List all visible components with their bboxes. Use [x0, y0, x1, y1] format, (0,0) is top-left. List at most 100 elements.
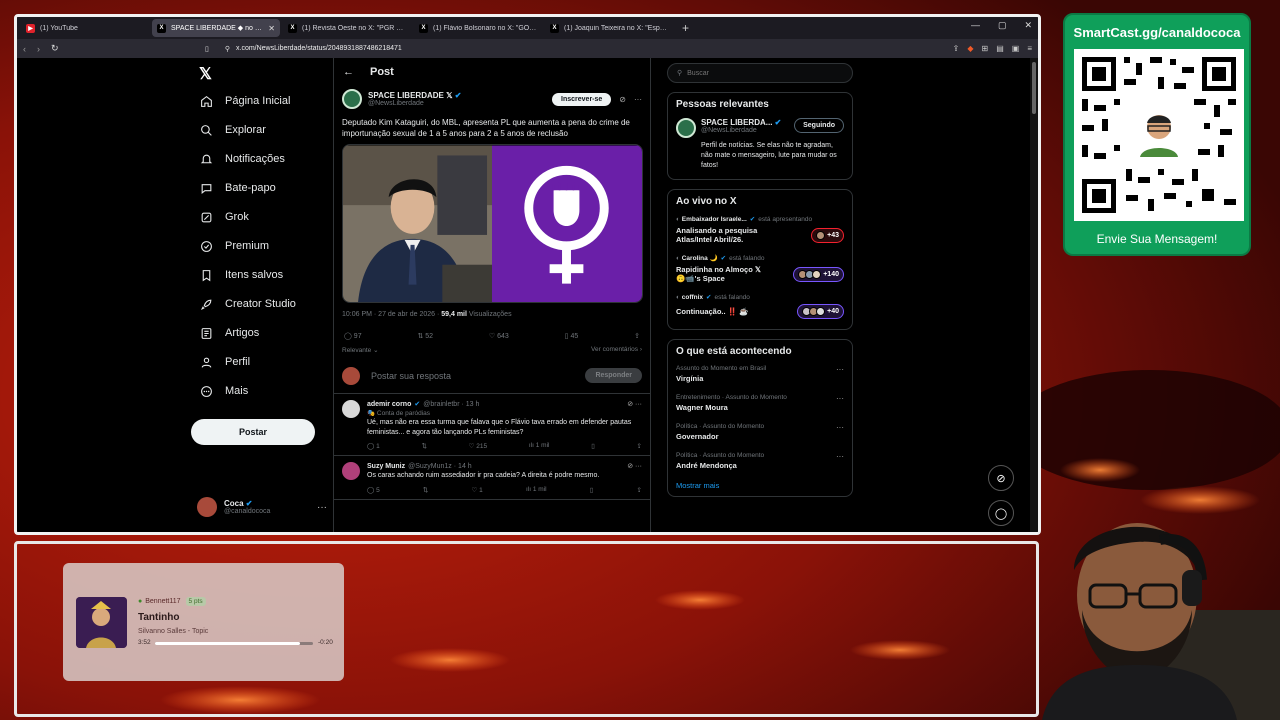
- nav-item-chat[interactable]: Bate-papo: [199, 178, 276, 198]
- more-options-icon[interactable]: ···: [634, 95, 642, 104]
- author-handle[interactable]: @NewsLiberdade: [368, 100, 461, 107]
- more-options-icon[interactable]: ···: [836, 365, 844, 374]
- close-window-icon[interactable]: ✕: [1024, 20, 1032, 31]
- close-tab-icon[interactable]: ✕: [268, 24, 275, 33]
- share-icon[interactable]: ⇪: [637, 442, 642, 450]
- like-button[interactable]: ♡ 643: [489, 332, 509, 340]
- browser-tab-youtube[interactable]: ▶ (1) YouTube: [21, 19, 149, 37]
- post-button[interactable]: Postar: [191, 419, 315, 445]
- reply-more-icon[interactable]: ⊘ ···: [627, 400, 642, 408]
- wallet-icon[interactable]: ▣: [1012, 44, 1020, 53]
- nav-item-explore[interactable]: Explorar: [199, 120, 266, 140]
- more-options-icon[interactable]: ···: [836, 423, 844, 432]
- shield-icon[interactable]: ◆: [967, 44, 973, 53]
- search-input[interactable]: [687, 69, 838, 77]
- avatar[interactable]: [342, 400, 360, 418]
- nav-item-more[interactable]: Mais: [199, 381, 248, 401]
- nav-item-label: Explorar: [225, 124, 266, 136]
- subscribe-button[interactable]: Inscrever-se: [552, 92, 612, 106]
- more-options-icon[interactable]: ···: [836, 452, 844, 461]
- reply-button[interactable]: ◯ 97: [344, 332, 362, 340]
- scrollbar-thumb[interactable]: [1032, 62, 1036, 114]
- maximize-icon[interactable]: ▢: [998, 20, 1007, 31]
- nav-item-premium[interactable]: Premium: [199, 236, 269, 256]
- nav-item-grok[interactable]: Grok: [199, 207, 249, 227]
- live-space-item[interactable]: ◐ coffnix ✔ está falando Continuação.. ‼️ …: [676, 293, 844, 319]
- browser-tab-revista-oeste[interactable]: X (1) Revista Oeste no X: "PGR arquiva: [283, 19, 411, 37]
- search-box[interactable]: ⚲: [667, 63, 853, 83]
- account-menu-icon[interactable]: ···: [317, 502, 327, 513]
- bookmark-icon[interactable]: ▯: [590, 486, 594, 494]
- bookmark-page-icon[interactable]: ▯: [205, 45, 209, 53]
- reply-author-name[interactable]: ademir corno: [367, 401, 411, 408]
- new-tab-button[interactable]: +: [676, 21, 695, 35]
- trend-item[interactable]: Entretenimento · Assunto do Momento Wagn…: [676, 394, 844, 412]
- nav-item-home[interactable]: Página Inicial: [199, 91, 290, 111]
- views-button[interactable]: ılı 1 mil: [526, 486, 547, 494]
- reply-author-name[interactable]: Suzy Muniz: [367, 463, 405, 470]
- back-arrow-icon[interactable]: ←: [343, 66, 354, 78]
- post-media[interactable]: [342, 144, 643, 303]
- back-arrow-icon[interactable]: ‹: [23, 44, 37, 54]
- url-field[interactable]: x.com/NewsLiberdade/status/2048931887486…: [236, 45, 402, 52]
- extensions-icon[interactable]: ⊞: [982, 44, 989, 53]
- x-logo-icon[interactable]: 𝕏: [199, 64, 212, 84]
- bookmark-button[interactable]: ▯ 45: [565, 332, 579, 340]
- author-avatar[interactable]: [342, 89, 362, 109]
- view-comments-link[interactable]: Ver comentários ›: [591, 346, 642, 354]
- reply-input[interactable]: Postar sua resposta: [371, 371, 451, 381]
- nav-item-notifications[interactable]: Notificações: [199, 149, 285, 169]
- following-button[interactable]: Seguindo: [794, 118, 844, 133]
- author-name[interactable]: SPACE LIBERDADE: [368, 91, 444, 100]
- menu-icon[interactable]: ≡: [1027, 44, 1032, 53]
- respond-button[interactable]: Responder: [585, 368, 642, 383]
- bookmark-icon[interactable]: ▯: [591, 442, 595, 450]
- like-button[interactable]: ♡ 215: [469, 442, 488, 450]
- trend-item[interactable]: Política · Assunto do Momento André Mend…: [676, 452, 844, 470]
- search-icon: ⚲: [677, 70, 683, 77]
- show-more-link[interactable]: Mostrar mais: [676, 481, 844, 490]
- listener-count: +43: [827, 231, 839, 239]
- reply-item[interactable]: ademir corno ✔ @brainletbr · 13 h ⊘ ··· 🎭 C…: [334, 394, 650, 456]
- messages-fab-icon[interactable]: ◯: [988, 500, 1014, 526]
- live-space-item[interactable]: ◐ Embaixador Israele... ✔ está apresentand…: [676, 215, 844, 244]
- reply-button[interactable]: ◯ 1: [367, 442, 380, 450]
- reload-icon[interactable]: ↻: [51, 43, 65, 54]
- reply-button[interactable]: ◯ 5: [367, 486, 380, 494]
- share-icon[interactable]: ⇪: [953, 44, 960, 53]
- repost-button[interactable]: ⇅: [421, 442, 426, 450]
- trend-item[interactable]: Assunto do Momento em Brasil Virgínia ··…: [676, 365, 844, 383]
- live-title: Rapidinha no Almoço 𝕏 🙃📹's Space: [676, 265, 761, 283]
- grok-icon[interactable]: ⊘: [619, 95, 626, 104]
- reply-item[interactable]: Suzy Muniz @SuzyMun1z · 14 h ⊘ ··· Os cara…: [334, 456, 650, 500]
- nav-item-profile[interactable]: Perfil: [199, 352, 250, 372]
- account-switcher[interactable]: Coca ✔ @canaldococa ···: [197, 496, 327, 518]
- avatar[interactable]: [342, 462, 360, 480]
- trend-item[interactable]: Política · Assunto do Momento Governador…: [676, 423, 844, 441]
- reply-more-icon[interactable]: ⊘ ···: [627, 462, 642, 470]
- browser-tab-flavio[interactable]: X (1) Flávio Bolsonaro no X: "GOVERNO: [414, 19, 542, 37]
- forward-arrow-icon[interactable]: ›: [37, 44, 51, 54]
- nav-item-articles[interactable]: Artigos: [199, 323, 259, 343]
- person-name[interactable]: SPACE LIBERDA...: [701, 118, 772, 127]
- share-icon[interactable]: ⇪: [636, 486, 641, 494]
- scrollbar[interactable]: [1030, 58, 1038, 532]
- browser-tab-active[interactable]: X SPACE LIBERDADE ◆ no X: "Deputado ✕: [152, 19, 280, 37]
- sidebar-icon[interactable]: ▤: [996, 44, 1004, 53]
- views-button[interactable]: ılı 1 mil: [529, 442, 550, 450]
- avatar[interactable]: [676, 118, 696, 138]
- browser-tab-joaquin[interactable]: X (1) Joaquin Teixeira no X: "Espero qu: [545, 19, 673, 37]
- nav-item-creator-studio[interactable]: Creator Studio: [199, 294, 296, 314]
- repost-button[interactable]: ⇅: [423, 486, 428, 494]
- like-button[interactable]: ♡ 1: [472, 486, 483, 494]
- share-button[interactable]: ⇪: [634, 332, 640, 340]
- site-info-icon[interactable]: ⚲: [225, 45, 230, 53]
- live-space-item[interactable]: ◐ Carolina 🌙 ✔ está falando Rapidinha no A…: [676, 254, 844, 283]
- more-options-icon[interactable]: ···: [836, 394, 844, 403]
- grok-fab-icon[interactable]: ⊘: [988, 465, 1014, 491]
- minimize-icon[interactable]: —: [971, 20, 980, 31]
- relevant-person[interactable]: SPACE LIBERDA... ✔ @NewsLiberdade Seguin…: [676, 118, 844, 138]
- repost-button[interactable]: ⇅ 52: [417, 332, 433, 340]
- sort-dropdown[interactable]: Relevante ⌄: [342, 346, 379, 354]
- nav-item-bookmarks[interactable]: Itens salvos: [199, 265, 283, 285]
